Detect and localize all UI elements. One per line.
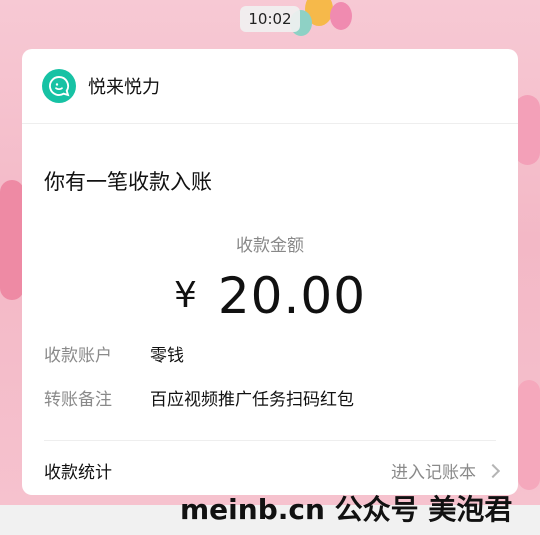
payment-notice-card[interactable]: 悦来悦力 你有一笔收款入账 收款金额 ¥20.00 收款账户 零钱 转账备注 百应视… [22, 49, 518, 495]
open-ledger-link[interactable]: 进入记账本 [391, 458, 501, 483]
detail-key: 收款账户 [44, 346, 112, 366]
chat-bubble-icon [42, 69, 76, 103]
watermark-text: meinb.cn 公众号 美泡君 [180, 493, 513, 526]
status-time: 10:02 [240, 6, 300, 32]
currency-symbol: ¥ [173, 275, 198, 316]
amount-label: 收款金额 [236, 236, 304, 256]
amount-display: ¥20.00 [22, 267, 518, 325]
detail-value: 零钱 [150, 346, 184, 366]
divider [44, 440, 496, 441]
detail-key: 转账备注 [44, 390, 112, 410]
card-header: 悦来悦力 [22, 49, 518, 124]
app-name: 悦来悦力 [88, 77, 160, 98]
receipt-stats-label: 收款统计 [44, 463, 112, 483]
open-ledger-label: 进入记账本 [391, 463, 476, 483]
amount-value: 20.00 [217, 267, 367, 325]
notice-title: 你有一笔收款入账 [44, 170, 212, 194]
detail-row-account: 收款账户 零钱 [44, 341, 184, 366]
chevron-right-icon [485, 463, 501, 478]
detail-value: 百应视频推广任务扫码红包 [150, 390, 354, 410]
detail-row-remark: 转账备注 百应视频推广任务扫码红包 [44, 385, 354, 410]
